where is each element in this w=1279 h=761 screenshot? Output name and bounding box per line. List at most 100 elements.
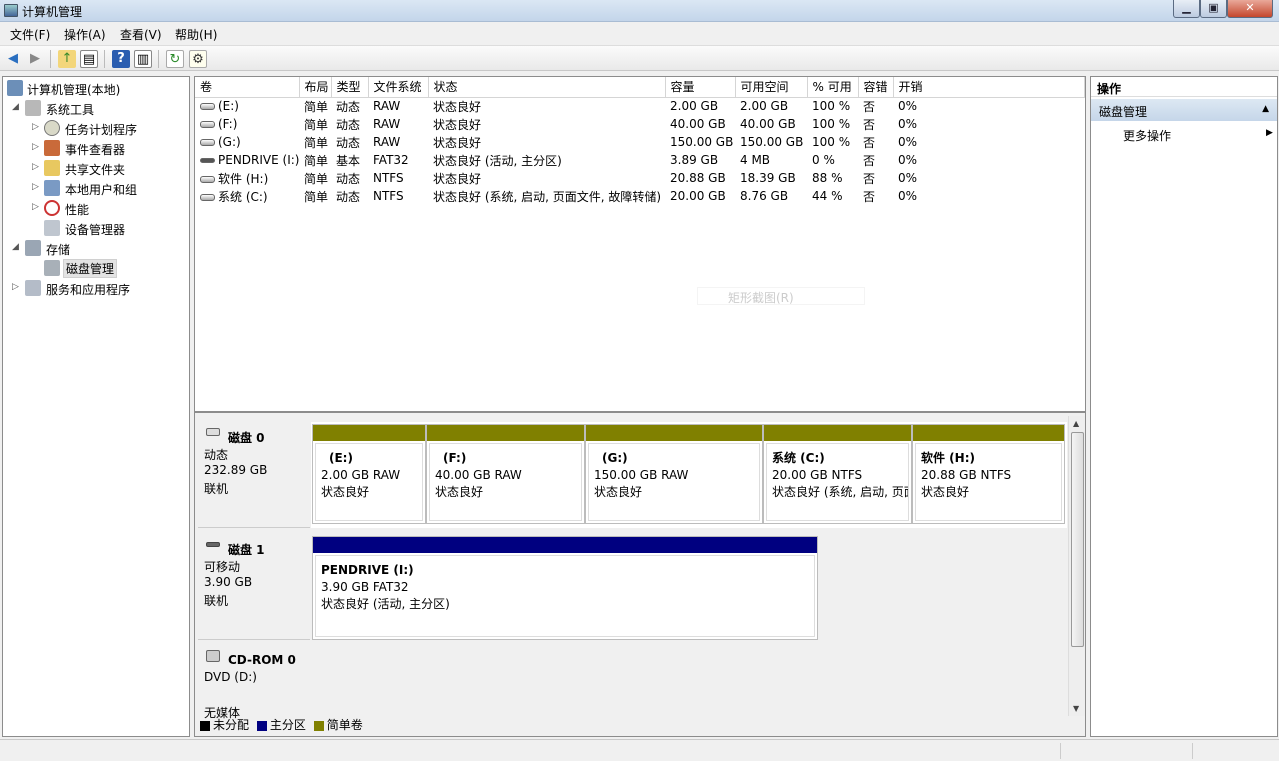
- column-header[interactable]: 卷: [195, 77, 300, 98]
- disk1-info[interactable]: 磁盘 1 可移动 3.90 GB 联机: [198, 532, 310, 640]
- menu-bar: 文件(F) 操作(A) 查看(V) 帮助(H): [0, 22, 1279, 44]
- show-hide-tree-icon[interactable]: ▤: [80, 50, 98, 68]
- column-header[interactable]: 容量: [665, 77, 736, 98]
- cdrom-icon: [206, 650, 220, 662]
- table-row[interactable]: (G:) 简单 动态 RAW 状态良好 150.00 GB 150.00 GB 100…: [195, 133, 1084, 151]
- column-header[interactable]: 可用空间: [735, 77, 808, 98]
- drive-icon: [200, 103, 215, 111]
- column-header[interactable]: % 可用: [807, 77, 859, 98]
- shared-folder-icon: [44, 160, 60, 176]
- column-header[interactable]: 开销: [893, 77, 1085, 98]
- expand-triangle-icon[interactable]: ▷: [32, 202, 40, 212]
- partition-e[interactable]: (E:) 2.00 GB RAW 状态良好: [312, 424, 426, 524]
- table-row[interactable]: 系统 (C:) 简单 动态 NTFS 状态良好 (系统, 启动, 页面文件, 故障转…: [195, 187, 1084, 205]
- up-folder-icon[interactable]: ↑: [58, 50, 76, 68]
- table-row[interactable]: (E:) 简单 动态 RAW 状态良好 2.00 GB 2.00 GB 100 % 否 …: [195, 97, 1084, 115]
- disk-management-icon: [44, 260, 60, 276]
- scroll-thumb[interactable]: [1071, 432, 1084, 647]
- unallocated-swatch: [200, 720, 210, 731]
- collapse-triangle-icon[interactable]: ◢: [12, 102, 20, 112]
- tools-icon: [25, 100, 41, 116]
- maximize-button[interactable]: ▣: [1200, 0, 1227, 18]
- expand-triangle-icon[interactable]: ▷: [32, 122, 40, 132]
- collapse-triangle-icon[interactable]: ◢: [12, 242, 20, 252]
- legend: 未分配 主分区 简单卷: [196, 716, 363, 736]
- partition-color-bar: [427, 425, 584, 441]
- minimize-button[interactable]: ▁: [1173, 0, 1200, 18]
- simple-swatch: [313, 720, 324, 731]
- forward-arrow-icon[interactable]: ▶: [26, 50, 44, 68]
- primary-swatch: [256, 720, 267, 731]
- partition-color-bar: [313, 425, 425, 441]
- scroll-up-icon[interactable]: ▲: [1073, 419, 1079, 428]
- menu-help[interactable]: 帮助(H): [175, 26, 217, 43]
- actions-header: 操作: [1091, 77, 1277, 97]
- partition-g[interactable]: (G:) 150.00 GB RAW 状态良好: [585, 424, 763, 524]
- partition-c[interactable]: 系统 (C:) 20.00 GB NTFS 状态良好 (系统, 启动, 页面文件…: [763, 424, 912, 524]
- usb-drive-icon: [200, 158, 215, 163]
- cdrom0-info[interactable]: CD-ROM 0 DVD (D:) 无媒体: [198, 644, 310, 720]
- actions-section-disk-management[interactable]: 磁盘管理 ▲: [1091, 99, 1277, 121]
- menu-view[interactable]: 查看(V): [120, 26, 162, 43]
- title-bar: 计算机管理 ▁ ▣ ✕: [0, 0, 1279, 22]
- table-row[interactable]: 软件 (H:) 简单 动态 NTFS 状态良好 20.88 GB 18.39 GB 8…: [195, 169, 1084, 187]
- partition-color-bar: [764, 425, 911, 441]
- computer-management-icon: [4, 4, 18, 17]
- column-header[interactable]: 容错: [858, 77, 894, 98]
- collapse-up-icon[interactable]: ▲: [1262, 104, 1269, 114]
- device-manager-icon: [44, 220, 60, 236]
- disk0-partitions: (E:) 2.00 GB RAW 状态良好 (F:) 40.00 GB RAW …: [311, 422, 1067, 528]
- column-header[interactable]: 布局: [299, 77, 332, 98]
- properties-icon[interactable]: ⚙: [189, 50, 207, 68]
- expand-triangle-icon[interactable]: ▷: [32, 162, 40, 172]
- drive-icon: [200, 193, 215, 201]
- close-button[interactable]: ✕: [1227, 0, 1273, 18]
- console-tree: 计算机管理(本地) ◢ 系统工具 ▷ 任务计划程序 ▷ 事件查看器 ▷ 共享文件…: [2, 76, 190, 737]
- partition-color-bar: [913, 425, 1064, 441]
- services-icon: [25, 280, 41, 296]
- menu-action[interactable]: 操作(A): [64, 26, 106, 43]
- scroll-down-icon[interactable]: ▼: [1073, 704, 1079, 713]
- disk-view-scrollbar[interactable]: ▲ ▼: [1068, 416, 1085, 716]
- volume-list: 卷 布局 类型 文件系统 状态 容量 可用空间 % 可用 容错 开销 (E:) …: [194, 76, 1086, 412]
- help-icon[interactable]: ?: [112, 50, 130, 68]
- disk-icon: [206, 428, 220, 436]
- disk0-info[interactable]: 磁盘 0 动态 232.89 GB 联机: [198, 420, 310, 528]
- expand-triangle-icon[interactable]: ▷: [32, 182, 40, 192]
- actions-pane: 操作 磁盘管理 ▲ 更多操作 ▶: [1090, 76, 1278, 737]
- toolbar: ◀ ▶ ↑ ▤ ? ▥ ↻ ⚙: [0, 45, 1279, 71]
- cdrom0-area: [311, 646, 1067, 716]
- expand-triangle-icon[interactable]: ▷: [32, 142, 40, 152]
- window-title: 计算机管理: [22, 5, 83, 19]
- partition-f[interactable]: (F:) 40.00 GB RAW 状态良好: [426, 424, 585, 524]
- refresh-icon[interactable]: ↻: [166, 50, 184, 68]
- status-bar: [0, 739, 1279, 761]
- removable-disk-icon: [206, 542, 220, 547]
- table-row[interactable]: PENDRIVE (I:) 简单 基本 FAT32 状态良好 (活动, 主分区) 3…: [195, 151, 1084, 169]
- users-icon: [44, 180, 60, 196]
- event-viewer-icon: [44, 140, 60, 156]
- more-actions-item[interactable]: 更多操作 ▶: [1123, 127, 1273, 144]
- table-row[interactable]: (F:) 简单 动态 RAW 状态良好 40.00 GB 40.00 GB 100 %…: [195, 115, 1084, 133]
- drive-icon: [200, 175, 215, 183]
- partition-color-bar: [586, 425, 762, 441]
- computer-icon: [7, 80, 23, 96]
- menu-file[interactable]: 文件(F): [10, 26, 50, 43]
- column-header[interactable]: 文件系统: [368, 77, 429, 98]
- performance-icon: [44, 200, 60, 216]
- partition-h[interactable]: 软件 (H:) 20.88 GB NTFS 状态良好: [912, 424, 1065, 524]
- submenu-arrow-icon: ▶: [1266, 128, 1273, 138]
- column-header[interactable]: 状态: [428, 77, 666, 98]
- disk1-partitions: PENDRIVE (I:) 3.90 GB FAT32 状态良好 (活动, 主分…: [311, 534, 1067, 640]
- column-header[interactable]: 类型: [331, 77, 369, 98]
- screenshot-watermark: 矩形截图(R): [697, 287, 865, 305]
- volume-table: 卷 布局 类型 文件系统 状态 容量 可用空间 % 可用 容错 开销 (E:) …: [195, 77, 1085, 205]
- partition-pendrive[interactable]: PENDRIVE (I:) 3.90 GB FAT32 状态良好 (活动, 主分…: [312, 536, 818, 640]
- volume-table-header: 卷 布局 类型 文件系统 状态 容量 可用空间 % 可用 容错 开销: [195, 77, 1085, 98]
- partition-color-bar: [313, 537, 817, 553]
- back-arrow-icon[interactable]: ◀: [4, 50, 22, 68]
- clock-icon: [44, 120, 60, 136]
- drive-icon: [200, 121, 215, 128]
- show-hide-action-pane-icon[interactable]: ▥: [134, 50, 152, 68]
- expand-triangle-icon[interactable]: ▷: [12, 282, 20, 292]
